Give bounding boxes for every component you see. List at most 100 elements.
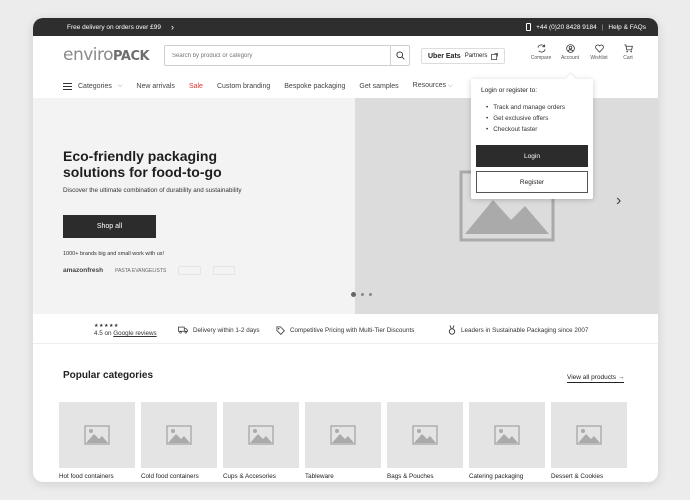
category-grid: Hot food containers Cold food containers…: [59, 402, 627, 480]
help-link[interactable]: Help & FAQs: [608, 24, 646, 31]
amazonfresh-logo: amazonfresh: [63, 267, 104, 274]
leaders-text: Leaders in Sustainable Packaging since 2…: [461, 326, 589, 334]
price-tag-icon: [276, 325, 285, 335]
category-image-placeholder: [59, 402, 135, 468]
category-image-placeholder: [141, 402, 217, 468]
search-button[interactable]: [390, 46, 409, 65]
rating-text: 4.5 on Google reviews: [94, 330, 157, 337]
phone-number[interactable]: +44 (0)20 8428 9184: [536, 24, 597, 31]
category-label: Dessert & Cookies: [551, 473, 604, 480]
logo[interactable]: enviroPACK: [63, 45, 163, 65]
uber-eats-brand: Uber Eats: [428, 52, 461, 60]
carousel-next-arrow-icon[interactable]: ›: [616, 192, 621, 210]
popular-categories-title: Popular categories: [63, 370, 154, 381]
nav-resources[interactable]: Resources ⌵: [413, 82, 453, 90]
cart-icon: [623, 44, 633, 53]
category-label: Hot food containers: [59, 473, 114, 480]
compare-button[interactable]: Compare: [531, 44, 551, 61]
category-card-bags-pouches[interactable]: Bags & Pouches: [387, 402, 463, 480]
brands-label: 1000+ brands big and small work with us!: [63, 251, 165, 257]
account-label: Account: [560, 55, 580, 61]
benefit-item: Get exclusive offers: [486, 113, 588, 124]
brand-logos: amazonfresh PASTA EVANGELISTS: [63, 266, 236, 275]
cart-button[interactable]: Cart: [618, 44, 638, 61]
chevron-down-icon: ⌵: [448, 83, 453, 89]
trust-bar: ★★★★★ 4.5 on Google reviews Delivery wit…: [33, 316, 658, 344]
delivery-text: Delivery within 1-2 days: [193, 326, 260, 334]
phone-icon: [526, 23, 532, 31]
search-bar: [164, 45, 410, 66]
free-delivery-promo[interactable]: Free delivery on orders over £99: [67, 24, 161, 31]
categories-label: Categories: [78, 82, 112, 90]
brand-logo-faint: [213, 266, 236, 275]
category-image-placeholder: [223, 402, 299, 468]
image-placeholder-icon: [84, 425, 110, 445]
image-placeholder-icon: [330, 425, 356, 445]
image-placeholder-icon: [576, 425, 602, 445]
browser-frame: Free delivery on orders over £99 › +44 (…: [33, 18, 658, 482]
cart-label: Cart: [623, 55, 633, 61]
category-label: Cold food containers: [141, 473, 199, 480]
carousel-dot[interactable]: [369, 293, 372, 296]
rating-stars: ★★★★★: [94, 323, 119, 329]
delivery-info: Delivery within 1-2 days: [178, 316, 260, 344]
account-dropdown: Login or register to: Track and manage o…: [471, 79, 593, 199]
uber-eats-partner-badge[interactable]: Uber Eats Partners: [421, 48, 506, 64]
categories-menu[interactable]: Categories ⌵: [63, 82, 123, 90]
category-label: Bags & Pouches: [387, 473, 434, 480]
resources-label: Resources: [412, 82, 447, 89]
wishlist-button[interactable]: Wishlist: [589, 44, 609, 61]
wishlist-label: Wishlist: [590, 55, 608, 61]
category-card-tableware[interactable]: Tableware: [305, 402, 381, 480]
rating-prefix: 4.5 on: [94, 330, 112, 337]
image-placeholder-icon: [166, 425, 192, 445]
pricing-text: Competitive Pricing with Multi-Tier Disc…: [290, 326, 415, 334]
google-reviews-link[interactable]: Google reviews: [113, 330, 156, 337]
view-all-products-link[interactable]: View all products →: [567, 374, 625, 383]
benefit-item: Checkout faster: [486, 124, 588, 135]
nav-new-arrivals[interactable]: New arrivals: [136, 83, 175, 90]
login-button[interactable]: Login: [476, 145, 588, 167]
hero-subtitle: Discover the ultimate combination of dur…: [63, 187, 242, 194]
hero-title: Eco-friendly packaging solutions for foo…: [63, 148, 222, 180]
google-rating: ★★★★★ 4.5 on Google reviews: [94, 316, 157, 344]
shop-all-button[interactable]: Shop all: [63, 215, 156, 238]
top-banner: Free delivery on orders over £99 › +44 (…: [33, 18, 658, 36]
nav-bespoke-packaging[interactable]: Bespoke packaging: [284, 83, 345, 90]
carousel-dot[interactable]: [361, 293, 364, 296]
promo-arrow-icon[interactable]: ›: [171, 22, 174, 32]
external-link-icon: [491, 52, 499, 60]
category-image-placeholder: [469, 402, 545, 468]
benefits-list: Track and manage orders Get exclusive of…: [486, 102, 588, 135]
chevron-down-icon: ⌵: [117, 82, 123, 89]
account-icon: [565, 44, 575, 53]
category-card-dessert-cookies[interactable]: Dessert & Cookies: [551, 402, 627, 480]
benefit-item: Track and manage orders: [486, 102, 588, 113]
category-image-placeholder: [305, 402, 381, 468]
account-button[interactable]: Account: [560, 44, 580, 61]
dropdown-title: Login or register to:: [481, 87, 538, 94]
search-input[interactable]: [165, 52, 390, 59]
nav-get-samples[interactable]: Get samples: [359, 83, 398, 90]
category-card-catering-packaging[interactable]: Catering packaging: [469, 402, 545, 480]
leaders-info: Leaders in Sustainable Packaging since 2…: [448, 316, 588, 344]
category-card-cups-accessories[interactable]: Cups & Accesories: [223, 402, 299, 480]
carousel-dot-active[interactable]: [351, 292, 356, 297]
category-card-cold-food-containers[interactable]: Cold food containers: [141, 402, 217, 480]
category-image-placeholder: [551, 402, 627, 468]
hamburger-icon: [63, 82, 72, 90]
pricing-info: Competitive Pricing with Multi-Tier Disc…: [276, 316, 414, 344]
nav-sale[interactable]: Sale: [189, 83, 203, 90]
nav-custom-branding[interactable]: Custom branding: [217, 83, 270, 90]
carousel-dots: [351, 292, 372, 297]
partner-label: Partners: [464, 53, 488, 59]
category-label: Tableware: [305, 473, 334, 480]
site-header: enviroPACK Uber Eats Partners Compare Ac…: [33, 36, 658, 74]
category-card-hot-food-containers[interactable]: Hot food containers: [59, 402, 135, 480]
topbar-separator: |: [601, 23, 604, 31]
register-button[interactable]: Register: [476, 171, 588, 193]
brand-logo-faint: [178, 266, 202, 275]
image-placeholder-icon: [494, 425, 520, 445]
logo-text-light: enviro: [63, 45, 114, 65]
header-icons: Compare Account Wishlist Cart: [531, 44, 638, 61]
